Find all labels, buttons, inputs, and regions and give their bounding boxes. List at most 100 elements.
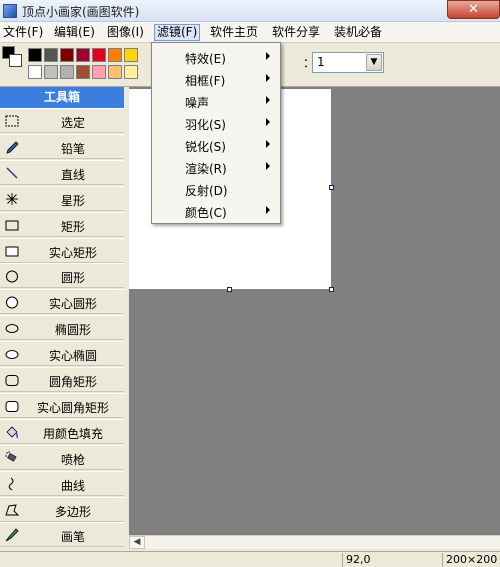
- tool-airbrush[interactable]: 喷枪: [0, 444, 124, 470]
- chevron-down-icon[interactable]: ▼: [366, 54, 382, 71]
- rectangle-icon: [4, 217, 20, 233]
- palette-swatch[interactable]: [44, 65, 58, 79]
- background-color-swatch[interactable]: [9, 54, 22, 67]
- horizontal-scrollbar[interactable]: ◀: [129, 535, 500, 549]
- filter-menu-item[interactable]: 羽化(S): [153, 112, 279, 134]
- scroll-left-icon[interactable]: ◀: [129, 536, 145, 549]
- rounded-rectangle-icon: [4, 372, 20, 388]
- palette-swatch[interactable]: [44, 48, 58, 62]
- palette-swatch[interactable]: [92, 48, 106, 62]
- tool-label: 椭圆形: [54, 323, 91, 338]
- ellipse-icon: [4, 320, 20, 336]
- current-colors[interactable]: [2, 46, 24, 72]
- palette-swatch[interactable]: [60, 65, 74, 79]
- tool-filled-rectangle[interactable]: 实心矩形: [0, 237, 124, 263]
- tool-pencil[interactable]: 铅笔: [0, 133, 124, 159]
- tool-curve[interactable]: 曲线: [0, 470, 124, 496]
- palette-swatch[interactable]: [92, 65, 106, 79]
- tool-line[interactable]: 直线: [0, 159, 124, 185]
- tool-ellipse[interactable]: 椭圆形: [0, 315, 124, 341]
- filled-rounded-rectangle-icon: [4, 398, 20, 414]
- menu-edit[interactable]: 编辑(E): [52, 24, 97, 41]
- resize-handle-bottom[interactable]: [227, 287, 232, 292]
- menu-homepage[interactable]: 软件主页: [208, 24, 260, 41]
- canvas-size: 200×200: [442, 553, 500, 567]
- tool-label: 星形: [60, 193, 85, 208]
- tool-brush[interactable]: 画笔: [0, 522, 124, 548]
- filter-menu-item-label: 羽化(S): [185, 118, 226, 132]
- filter-menu-item[interactable]: 反射(D): [153, 178, 279, 200]
- palette-swatch[interactable]: [28, 65, 42, 79]
- filter-menu-item[interactable]: 颜色(C): [153, 200, 279, 222]
- palette-swatch[interactable]: [124, 65, 138, 79]
- submenu-arrow-icon: [266, 206, 270, 214]
- filter-menu-item-label: 颜色(C): [185, 206, 227, 220]
- tool-filled-ellipse[interactable]: 实心椭圆: [0, 341, 124, 367]
- tool-filled-rounded-rectangle[interactable]: 实心圆角矩形: [0, 392, 124, 418]
- fill-bucket-icon: [4, 424, 20, 440]
- submenu-arrow-icon: [266, 140, 270, 148]
- menu-image[interactable]: 图像(I): [105, 24, 146, 41]
- menu-share[interactable]: 软件分享: [270, 24, 322, 41]
- palette-swatch[interactable]: [76, 48, 90, 62]
- tool-filled-circle[interactable]: 实心圆形: [0, 289, 124, 315]
- filter-menu-item-label: 锐化(S): [185, 140, 226, 154]
- palette-swatch[interactable]: [108, 65, 122, 79]
- tool-label: 画笔: [60, 530, 85, 545]
- tool-polygon[interactable]: 多边形: [0, 496, 124, 522]
- toolbox-header: 工具箱: [0, 87, 124, 108]
- filter-menu-item[interactable]: 特效(E): [153, 46, 279, 68]
- tool-rounded-rectangle[interactable]: 圆角矩形: [0, 367, 124, 392]
- airbrush-icon: [4, 450, 20, 466]
- resize-handle-right[interactable]: [329, 185, 334, 190]
- tool-label: 实心矩形: [48, 245, 97, 260]
- size-select[interactable]: 1 ▼: [312, 52, 384, 73]
- tool-label: 铅笔: [60, 141, 85, 156]
- size-select-value: 1: [317, 55, 325, 69]
- tool-rectangle[interactable]: 矩形: [0, 211, 124, 237]
- submenu-arrow-icon: [266, 162, 270, 170]
- submenu-arrow-icon: [266, 96, 270, 104]
- line-icon: [4, 165, 20, 181]
- filled-circle-icon: [4, 294, 20, 310]
- filter-menu-item[interactable]: 锐化(S): [153, 134, 279, 156]
- brush-icon: [4, 527, 20, 543]
- submenu-arrow-icon: [266, 118, 270, 126]
- pencil-icon: [4, 139, 20, 155]
- tool-label: 圆角矩形: [48, 375, 97, 389]
- tool-list: 选定铅笔直线星形矩形实心矩形圆形实心圆形椭圆形实心椭圆圆角矩形实心圆角矩形 用颜色…: [0, 108, 124, 549]
- close-button[interactable]: ✕: [447, 0, 500, 19]
- palette-swatch[interactable]: [76, 65, 90, 79]
- palette-swatch[interactable]: [28, 48, 42, 62]
- filter-menu-item-label: 相框(F): [185, 74, 226, 88]
- status-bar: 92,0 200×200: [0, 551, 500, 567]
- tool-label: 实心圆形: [48, 297, 97, 312]
- tool-star[interactable]: 星形: [0, 185, 124, 211]
- menu-essentials[interactable]: 装机必备: [332, 24, 384, 41]
- resize-handle-corner[interactable]: [329, 287, 334, 292]
- filter-menu-item[interactable]: 渲染(R): [153, 156, 279, 178]
- menu-filter[interactable]: 滤镜(F): [154, 24, 201, 41]
- palette-swatch[interactable]: [124, 48, 138, 62]
- tool-label: 多边形: [54, 504, 91, 519]
- window-title: 顶点小画家(画图软件): [22, 5, 140, 19]
- menu-file[interactable]: 文件(F): [1, 24, 45, 41]
- filter-menu-item[interactable]: 噪声: [153, 90, 279, 112]
- submenu-arrow-icon: [266, 74, 270, 82]
- palette-swatch[interactable]: [60, 48, 74, 62]
- color-palette: [28, 48, 158, 82]
- tool-fill-bucket[interactable]: 用颜色填充: [0, 418, 124, 444]
- tool-label: 用颜色填充: [42, 426, 103, 441]
- filter-menu-item[interactable]: 相框(F): [153, 68, 279, 90]
- tool-select[interactable]: 选定: [0, 108, 124, 133]
- app-icon: [3, 4, 17, 18]
- tool-label: 喷枪: [60, 452, 85, 467]
- select-icon: [4, 113, 20, 129]
- palette-swatch[interactable]: [108, 48, 122, 62]
- submenu-arrow-icon: [266, 52, 270, 60]
- filter-menu-item-label: 特效(E): [185, 52, 226, 66]
- tool-label: 实心圆角矩形: [36, 400, 109, 415]
- filled-ellipse-icon: [4, 346, 20, 362]
- circle-icon: [4, 268, 20, 284]
- tool-circle[interactable]: 圆形: [0, 263, 124, 289]
